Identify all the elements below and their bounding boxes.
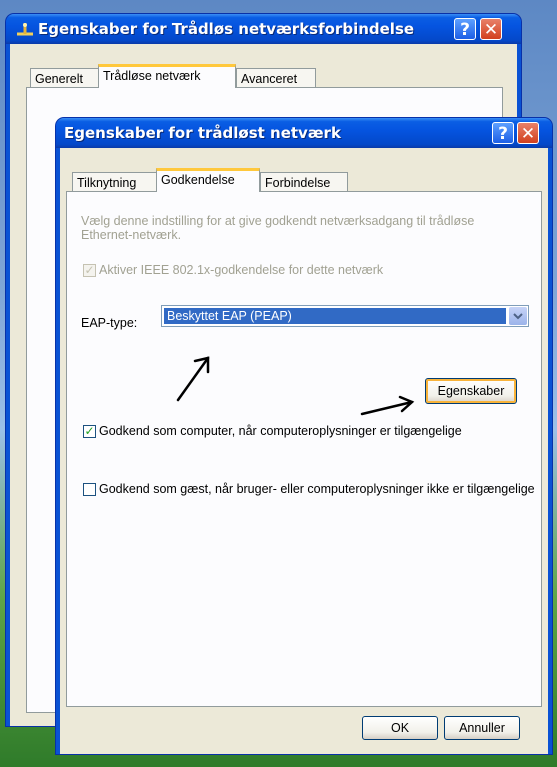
back-tab-wireless[interactable]: Trådløse netværk <box>98 64 236 88</box>
auth-as-computer-checkbox[interactable]: ✓ <box>83 425 96 438</box>
dialog-title: Egenskaber for trådløst netværk <box>64 124 341 142</box>
eap-type-label: EAP-type: <box>81 316 138 330</box>
close-button[interactable]: ✕ <box>517 122 539 144</box>
authentication-panel: Vælg denne indstilling for at give godke… <box>66 191 542 707</box>
help-button[interactable]: ? <box>492 122 514 144</box>
dialog-client: Tilknytning Godkendelse Forbindelse Vælg… <box>60 148 548 754</box>
wireless-properties-dialog: Egenskaber for trådløst netværk ? ✕ Tilk… <box>56 118 552 754</box>
back-help-button[interactable]: ? <box>454 18 476 40</box>
eap-type-value: Beskyttet EAP (PEAP) <box>164 308 506 324</box>
tab-tilknytning[interactable]: Tilknytning <box>72 172 158 192</box>
ok-button[interactable]: OK <box>362 716 438 740</box>
arrow-annotation-icon <box>360 395 415 416</box>
auth-as-computer-label: Godkend som computer, når computeroplysn… <box>99 424 462 438</box>
tab-forbindelse[interactable]: Forbindelse <box>260 172 348 192</box>
enable-8021x-label: Aktiver IEEE 802.1x-godkendelse for dett… <box>99 263 384 277</box>
back-tab-advanced[interactable]: Avanceret <box>236 68 316 88</box>
back-window-titlebar[interactable]: Egenskaber for Trådløs netværksforbindel… <box>6 14 521 44</box>
arrow-annotation-icon <box>176 356 210 402</box>
dialog-titlebar[interactable]: Egenskaber for trådløst netværk ? ✕ <box>56 118 552 148</box>
cancel-button[interactable]: Annuller <box>444 716 520 740</box>
back-tab-general[interactable]: Generelt <box>30 68 100 88</box>
tab-godkendelse[interactable]: Godkendelse <box>156 168 260 192</box>
eap-properties-button[interactable]: Egenskaber <box>425 378 517 404</box>
auth-as-guest-label: Godkend som gæst, når bruger- eller comp… <box>99 482 535 496</box>
eap-type-select[interactable]: Beskyttet EAP (PEAP) <box>161 305 529 327</box>
network-icon <box>16 22 34 36</box>
auth-as-guest-checkbox[interactable] <box>83 483 96 496</box>
enable-8021x-checkbox[interactable]: ✓ <box>83 264 96 277</box>
dropdown-arrow-icon[interactable] <box>509 307 527 325</box>
back-window-title: Egenskaber for Trådløs netværksforbindel… <box>38 20 415 38</box>
description-text: Vælg denne indstilling for at give godke… <box>81 214 475 242</box>
back-close-button[interactable]: ✕ <box>480 18 502 40</box>
